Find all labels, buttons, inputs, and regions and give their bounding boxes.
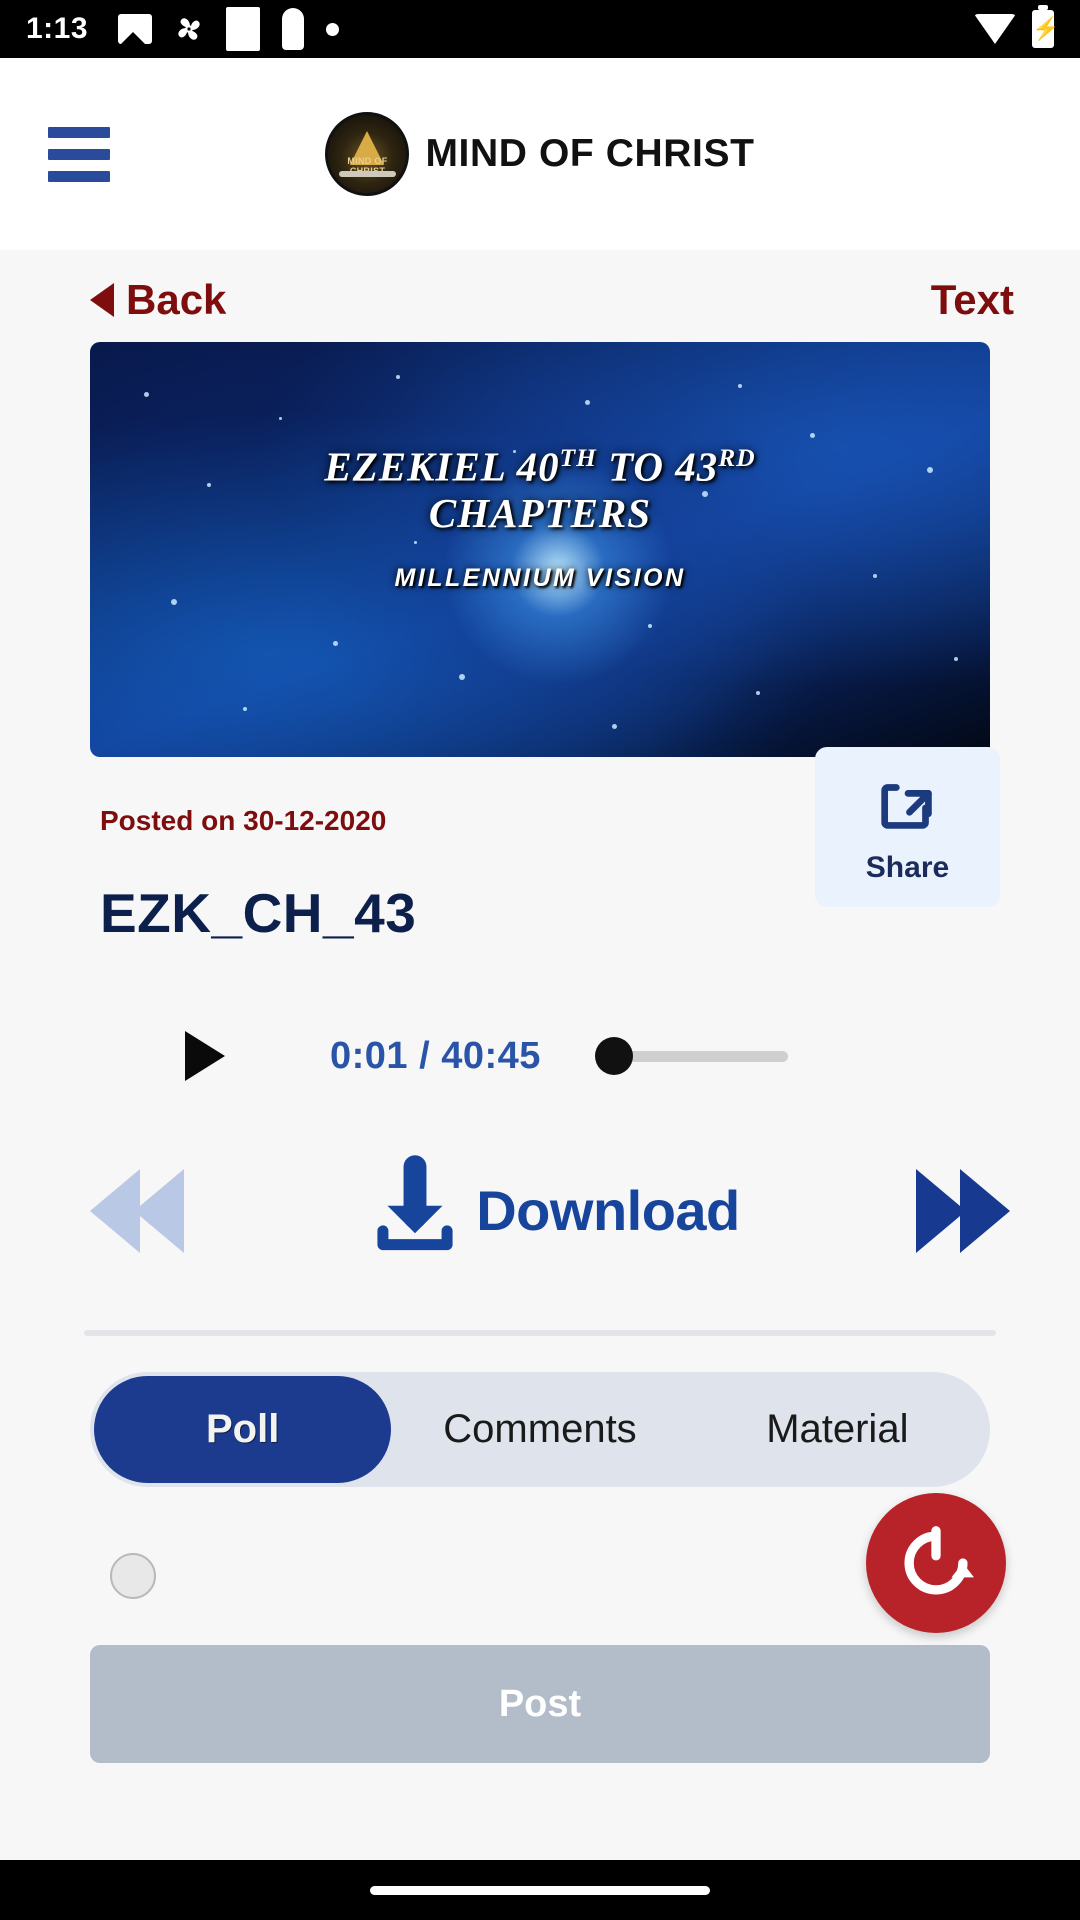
video-title-part1: EZEKIEL 40 — [324, 443, 560, 490]
back-button[interactable]: Back — [90, 276, 226, 324]
dot-icon — [326, 22, 340, 36]
download-button-label: Download — [476, 1179, 740, 1242]
system-navigation-bar — [0, 1860, 1080, 1920]
transport-controls: Download — [0, 1081, 1080, 1268]
status-bar-time: 1:13 — [26, 12, 89, 45]
video-title-sup2: RD — [718, 444, 756, 472]
logo-inner-text: MIND OF CHRIST — [347, 155, 388, 176]
pinwheel-icon — [174, 14, 204, 44]
play-triangle-icon[interactable] — [185, 1031, 225, 1081]
video-title-line2: CHAPTERS — [428, 489, 652, 536]
battery-charging-icon — [1032, 5, 1054, 48]
tab-comments[interactable]: Comments — [391, 1376, 688, 1483]
brand: MIND OF CHRIST MIND OF CHRIST — [0, 112, 1080, 196]
video-title: EZEKIEL 40TH TO 43RD CHAPTERS — [90, 444, 990, 536]
poll-section — [0, 1487, 1080, 1633]
wifi-icon — [974, 14, 1016, 44]
text-link[interactable]: Text — [931, 276, 1014, 324]
video-title-part2: TO 43 — [596, 443, 719, 490]
video-title-sup1: TH — [559, 444, 597, 472]
caret-left-icon — [90, 283, 114, 317]
nav-row: Back Text — [0, 250, 1080, 324]
post-button[interactable]: Post — [90, 1645, 990, 1763]
download-tray-icon — [360, 1153, 470, 1268]
share-button-label: Share — [865, 850, 950, 884]
video-subtitle: MILLENNIUM VISION — [394, 564, 686, 592]
app-logo-icon: MIND OF CHRIST — [325, 112, 410, 196]
scrubber-knob[interactable] — [594, 1037, 633, 1075]
section-divider — [84, 1330, 996, 1336]
status-bar-notification-icons — [118, 7, 340, 51]
rewind-double-arrow-icon[interactable] — [90, 1168, 184, 1253]
audio-player: 0:01 / 40:45 — [0, 945, 1080, 1081]
back-button-label: Back — [126, 276, 227, 323]
player-scrubber[interactable] — [594, 1037, 795, 1075]
tab-poll[interactable]: Poll — [94, 1376, 392, 1483]
tab-bar: Poll Comments Material — [90, 1372, 990, 1487]
fast-forward-double-arrow-icon[interactable] — [916, 1168, 1010, 1253]
key-icon — [282, 8, 305, 50]
player-timecode: 0:01 / 40:45 — [330, 1034, 541, 1077]
page-content: Back Text EZEKIEL 40TH TO 43RD CHAPTERS … — [0, 250, 1080, 1920]
meta-section: Posted on 30-12-2020 EZK_CH_43 Share — [0, 747, 1080, 945]
refresh-circle-icon[interactable] — [866, 1493, 1006, 1633]
home-indicator-pill[interactable] — [370, 1885, 710, 1895]
hamburger-menu-icon[interactable] — [48, 126, 110, 182]
photo-icon — [118, 14, 153, 44]
video-thumbnail[interactable]: EZEKIEL 40TH TO 43RD CHAPTERS MILLENNIUM… — [90, 342, 990, 757]
square-icon — [226, 7, 261, 51]
app-header: MIND OF CHRIST MIND OF CHRIST — [0, 58, 1080, 250]
share-button[interactable]: Share — [815, 747, 1000, 907]
app-title: MIND OF CHRIST — [425, 132, 755, 175]
share-box-arrow-icon — [869, 770, 947, 845]
status-bar-system-icons — [974, 5, 1054, 48]
download-button[interactable]: Download — [360, 1153, 740, 1268]
status-bar: 1:13 — [0, 0, 1080, 58]
radio-button-unchecked-icon[interactable] — [110, 1553, 156, 1599]
tab-material[interactable]: Material — [689, 1376, 986, 1483]
starfield — [90, 342, 990, 757]
